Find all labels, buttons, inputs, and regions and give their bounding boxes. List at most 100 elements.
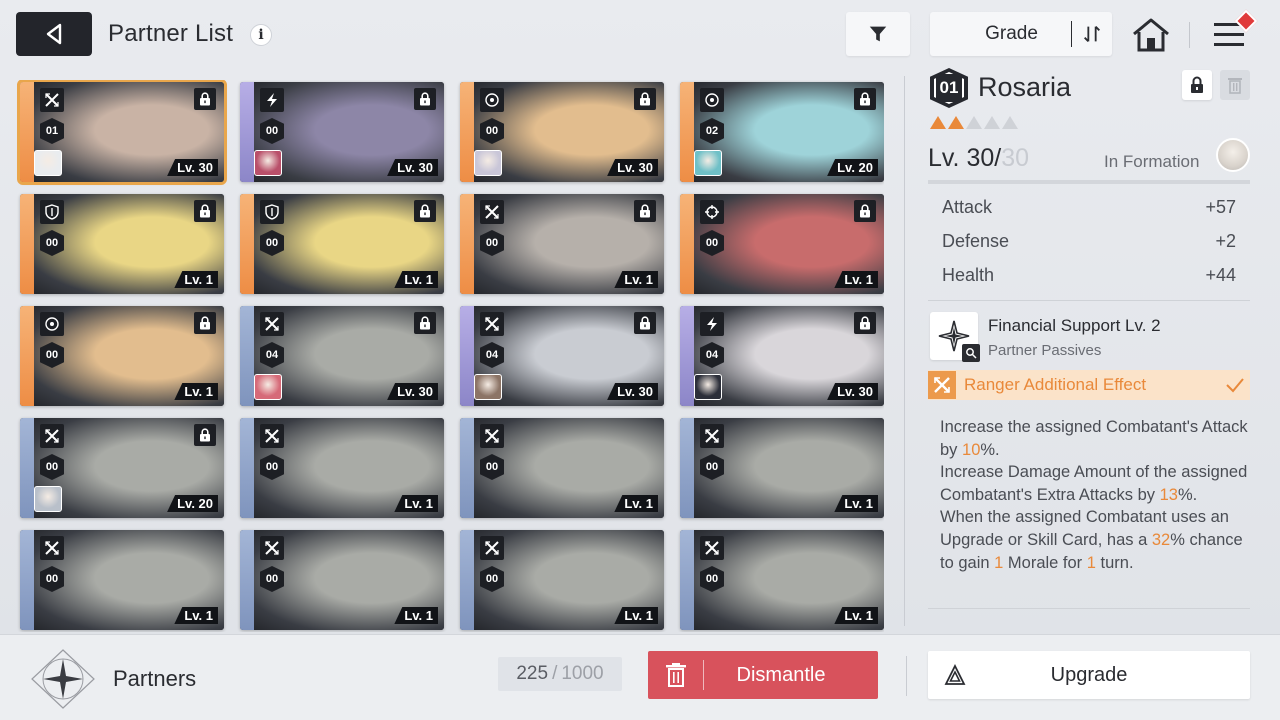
skill-icon-button[interactable] <box>930 312 980 362</box>
sort-dropdown[interactable]: Grade <box>930 12 1112 56</box>
partner-name: Rosaria <box>978 72 1072 102</box>
lock-icon <box>200 92 210 106</box>
dismantle-single-button[interactable] <box>1220 70 1250 100</box>
target-icon <box>40 312 64 336</box>
lock-badge <box>194 88 216 110</box>
card-level: Lv. 20 <box>827 159 878 176</box>
back-button[interactable] <box>16 12 92 56</box>
partner-card[interactable]: 00 Lv. 1 <box>20 194 224 294</box>
formation-combatant-avatar[interactable] <box>1216 138 1250 172</box>
lock-icon <box>860 92 870 106</box>
partner-card[interactable]: 00 Lv. 1 <box>680 530 884 630</box>
partner-card[interactable]: 00 Lv. 1 <box>20 306 224 406</box>
upgrade-button[interactable]: Upgrade <box>928 651 1250 699</box>
shield-icon <box>260 200 284 224</box>
rarity-stripe <box>20 194 34 294</box>
magnify-icon <box>962 344 980 362</box>
partner-card[interactable]: 00 Lv. 1 <box>460 194 664 294</box>
desc-value: 32 <box>1151 530 1171 549</box>
rarity-stripe <box>240 194 254 294</box>
partner-card[interactable]: 02 Lv. 20 <box>680 82 884 182</box>
sword-cross-icon <box>40 88 64 112</box>
card-level: Lv. 30 <box>387 383 438 400</box>
dismantle-button[interactable]: Dismantle <box>648 651 878 699</box>
sword-cross-icon <box>260 312 284 336</box>
rarity-stripe <box>20 530 34 630</box>
detail-stage-number: 01 <box>939 78 959 97</box>
stat-row-attack: Attack +57 <box>928 190 1250 224</box>
home-button[interactable] <box>1130 16 1172 54</box>
filter-button[interactable] <box>846 12 910 56</box>
partner-card[interactable]: 00 Lv. 1 <box>240 530 444 630</box>
count-current: 225 <box>516 663 549 684</box>
stat-value: +44 <box>1205 264 1236 285</box>
grade-empty-icon <box>1002 116 1018 129</box>
stat-value: +2 <box>1215 230 1236 251</box>
level-progress-bar <box>928 180 1250 184</box>
level-max: 30 <box>1001 144 1030 172</box>
skill-name: Financial Support Lv. 2 <box>988 316 1161 335</box>
assigned-combatant-avatar <box>694 374 722 400</box>
ranger-class-icon <box>928 371 956 399</box>
lock-badge <box>854 312 876 334</box>
sort-order-toggle[interactable] <box>1072 23 1112 45</box>
rarity-stripe <box>240 418 254 518</box>
partner-card[interactable]: 00 Lv. 1 <box>240 194 444 294</box>
lock-icon <box>200 428 210 442</box>
partner-card[interactable]: 00 Lv. 1 <box>20 530 224 630</box>
assigned-combatant-avatar <box>474 374 502 400</box>
partner-card[interactable]: 01 Lv. 30 <box>17 80 227 185</box>
skill-description: Increase the assigned Combatant's Attack… <box>940 416 1252 574</box>
stats-divider <box>928 300 1250 301</box>
partner-card[interactable]: 00 Lv. 1 <box>460 418 664 518</box>
lock-icon <box>420 316 430 330</box>
rarity-stripe <box>680 82 694 182</box>
grade-filled-icon <box>948 116 964 129</box>
stat-label: Health <box>942 264 995 285</box>
lock-badge <box>414 312 436 334</box>
sword-cross-icon <box>480 536 504 560</box>
upgrade-icon <box>928 664 982 686</box>
lock-toggle-button[interactable] <box>1182 70 1212 100</box>
desc-value: 1 <box>994 553 1004 572</box>
rarity-stripe <box>680 194 694 294</box>
shield-icon <box>40 200 64 224</box>
partner-card[interactable]: 00 Lv. 20 <box>20 418 224 518</box>
sword-cross-icon <box>260 536 284 560</box>
lock-icon <box>640 316 650 330</box>
lock-badge <box>194 200 216 222</box>
info-icon[interactable]: i <box>250 24 272 46</box>
partner-card[interactable]: 00 Lv. 1 <box>460 530 664 630</box>
assigned-combatant-avatar <box>254 150 282 176</box>
assigned-combatant-avatar <box>34 486 62 512</box>
class-effect-bar[interactable]: Ranger Additional Effect <box>928 370 1250 400</box>
desc-value: 10 <box>962 440 981 459</box>
class-effect-label: Ranger Additional Effect <box>964 375 1147 394</box>
partner-card[interactable]: 00 Lv. 30 <box>240 82 444 182</box>
partner-card[interactable]: 04 Lv. 30 <box>460 306 664 406</box>
partner-card[interactable]: 04 Lv. 30 <box>680 306 884 406</box>
lock-badge <box>194 312 216 334</box>
rarity-stripe <box>240 530 254 630</box>
count-separator: / <box>552 663 558 684</box>
lock-icon <box>200 204 210 218</box>
grade-empty-icon <box>984 116 1000 129</box>
rarity-stripe <box>680 418 694 518</box>
sword-cross-icon <box>700 536 724 560</box>
partner-card[interactable]: 00 Lv. 1 <box>680 418 884 518</box>
card-level: Lv. 30 <box>167 159 218 176</box>
header-divider <box>1189 22 1190 48</box>
sword-cross-icon <box>480 312 504 336</box>
partner-card[interactable]: 04 Lv. 30 <box>240 306 444 406</box>
lock-badge <box>194 424 216 446</box>
target-icon <box>700 88 724 112</box>
partners-section-label: Partners <box>113 666 197 691</box>
lock-badge <box>634 200 656 222</box>
desc-text: turn. <box>1095 553 1134 572</box>
lock-badge <box>414 200 436 222</box>
sort-order-icon <box>1084 26 1100 42</box>
partner-card[interactable]: 00 Lv. 1 <box>680 194 884 294</box>
partner-card[interactable]: 00 Lv. 30 <box>460 82 664 182</box>
lock-icon <box>860 204 870 218</box>
partner-card[interactable]: 00 Lv. 1 <box>240 418 444 518</box>
